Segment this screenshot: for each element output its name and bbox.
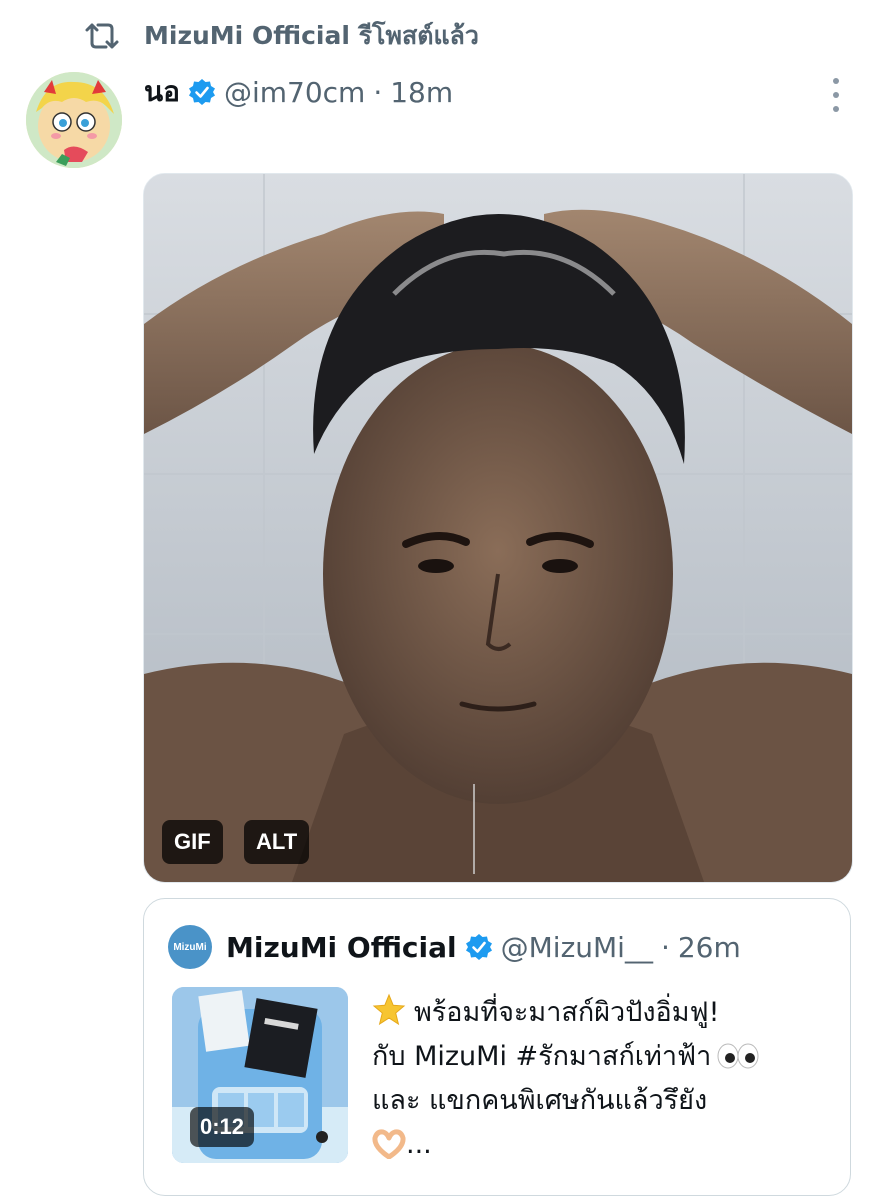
- author-handle[interactable]: @im70cm: [224, 76, 365, 109]
- quote-line-1: พร้อมที่จะมาสก์ผิวปังอิ่มฟู!: [414, 997, 720, 1028]
- verified-badge-icon: [465, 933, 493, 961]
- quote-handle[interactable]: @MizuMi__: [501, 931, 653, 964]
- avatar[interactable]: [26, 72, 122, 168]
- separator-dot: ·: [660, 930, 670, 964]
- quoted-post[interactable]: MizuMi MizuMi Official @MizuMi__ · 26m 0…: [143, 898, 851, 1196]
- heart-hands-emoji-icon: [372, 1129, 406, 1160]
- quote-video-thumbnail[interactable]: 0:12: [172, 987, 348, 1163]
- video-duration-badge: 0:12: [190, 1107, 255, 1147]
- quote-text-line: พร้อมที่จะมาสก์ผิวปังอิ่มฟู!: [372, 991, 832, 1035]
- verified-badge-icon: [188, 78, 216, 106]
- post-time[interactable]: 18m: [390, 76, 453, 109]
- alt-text-button[interactable]: ALT: [244, 820, 310, 864]
- author-display-name[interactable]: นอ: [144, 70, 180, 114]
- repost-label: MizuMi Official รีโพสต์แล้ว: [144, 21, 479, 50]
- quote-text-line: และ แขกคนพิเศษกันแล้วรึยัง: [372, 1079, 832, 1123]
- quote-time[interactable]: 26m: [678, 931, 741, 964]
- separator-dot: ·: [373, 75, 383, 109]
- quote-text: พร้อมที่จะมาสก์ผิวปังอิ่มฟู! กับ MizuMi …: [372, 991, 832, 1167]
- quote-header: MizuMi MizuMi Official @MizuMi__ · 26m: [168, 925, 741, 969]
- quote-line-2: กับ MizuMi #รักมาสก์เท่าฟ้า: [372, 1041, 712, 1072]
- quote-line-3: และ แขกคนพิเศษกันแล้วรึยัง: [372, 1085, 708, 1116]
- quote-avatar[interactable]: MizuMi: [168, 925, 212, 969]
- post-media-gif[interactable]: GIF ALT: [143, 173, 853, 883]
- gif-badge: GIF: [162, 820, 223, 864]
- quote-line-4: ...: [406, 1129, 432, 1160]
- media-image: [144, 174, 852, 882]
- repost-indicator[interactable]: MizuMi Official รีโพสต์แล้ว: [84, 14, 479, 58]
- quote-text-line: กับ MizuMi #รักมาสก์เท่าฟ้า: [372, 1035, 832, 1079]
- quote-display-name[interactable]: MizuMi Official: [226, 931, 457, 964]
- repost-icon: [84, 17, 122, 55]
- post-header: นอ @im70cm · 18m: [144, 70, 453, 114]
- more-options-icon[interactable]: [827, 78, 845, 112]
- eyes-emoji-icon: [717, 1039, 759, 1069]
- star-emoji-icon: [372, 993, 406, 1027]
- quote-text-line: ...: [372, 1123, 832, 1167]
